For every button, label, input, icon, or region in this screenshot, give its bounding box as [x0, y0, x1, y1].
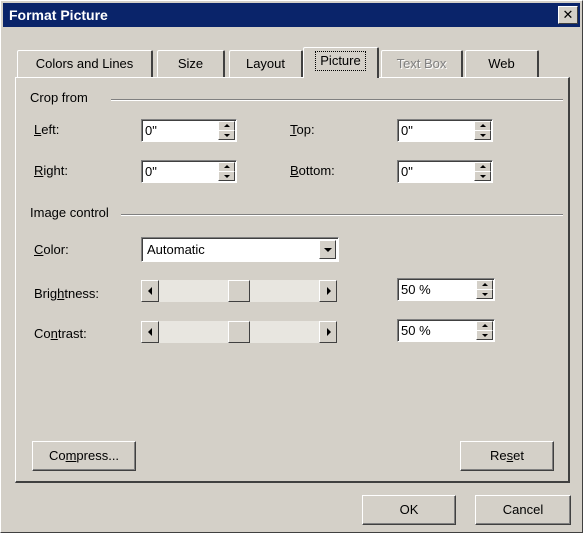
- crop-left-value[interactable]: 0": [145, 123, 157, 138]
- tab-text-box: Text Box: [381, 50, 463, 77]
- arrow-left-icon: [148, 328, 152, 336]
- scroll-right-button[interactable]: [319, 321, 337, 343]
- arrow-up-icon: [480, 124, 486, 127]
- arrow-down-icon: [480, 134, 486, 137]
- arrow-left-icon: [148, 287, 152, 295]
- crop-left-label: Left:: [34, 122, 60, 137]
- tab-label: Layout: [245, 56, 286, 71]
- brightness-slider[interactable]: [141, 280, 337, 302]
- compress-button[interactable]: Compress...: [32, 441, 136, 471]
- crop-bottom-label: Bottom:: [290, 163, 335, 178]
- contrast-slider-thumb[interactable]: [228, 321, 250, 343]
- spin-down-button[interactable]: [474, 130, 491, 140]
- arrow-up-icon: [482, 324, 488, 327]
- color-label: Color:: [34, 242, 69, 257]
- tab-label: Text Box: [396, 56, 447, 71]
- close-button[interactable]: ✕: [558, 6, 578, 24]
- arrow-up-icon: [480, 165, 486, 168]
- crop-top-label: Top:: [290, 122, 315, 137]
- crop-right-value[interactable]: 0": [145, 164, 157, 179]
- contrast-label: Contrast:: [34, 326, 87, 341]
- crop-bottom-value[interactable]: 0": [401, 164, 413, 179]
- tab-size[interactable]: Size: [157, 50, 225, 77]
- tab-label: Size: [177, 56, 204, 71]
- color-dropdown[interactable]: Automatic: [141, 237, 339, 262]
- arrow-down-icon: [482, 334, 488, 337]
- crop-group-label: Crop from: [30, 90, 94, 105]
- crop-top-value[interactable]: 0": [401, 123, 413, 138]
- crop-group-divider: [111, 99, 563, 101]
- brightness-spinner[interactable]: 50 %: [397, 278, 495, 301]
- dropdown-button[interactable]: [319, 240, 336, 259]
- arrow-down-icon: [224, 175, 230, 178]
- dialog-title: Format Picture: [9, 7, 108, 23]
- crop-left-spinner[interactable]: 0": [141, 119, 237, 142]
- tab-layout[interactable]: Layout: [229, 50, 303, 77]
- brightness-value[interactable]: 50 %: [401, 282, 431, 297]
- tab-label: Colors and Lines: [35, 56, 134, 71]
- color-dropdown-value: Automatic: [147, 242, 205, 257]
- tab-label: Picture: [315, 51, 366, 71]
- brightness-slider-thumb[interactable]: [228, 280, 250, 302]
- spin-down-button[interactable]: [476, 330, 493, 340]
- spin-down-button[interactable]: [218, 130, 235, 140]
- spin-down-button[interactable]: [476, 289, 493, 299]
- crop-bottom-spinner[interactable]: 0": [397, 160, 493, 183]
- image-control-group-divider: [121, 214, 563, 216]
- arrow-up-icon: [482, 283, 488, 286]
- chevron-down-icon: [324, 248, 332, 252]
- arrow-up-icon: [224, 124, 230, 127]
- brightness-label: Brightness:: [34, 286, 100, 301]
- scroll-left-button[interactable]: [141, 280, 159, 302]
- title-bar: Format Picture ✕: [3, 3, 580, 27]
- spin-down-button[interactable]: [474, 171, 491, 181]
- reset-button[interactable]: Reset: [460, 441, 554, 471]
- crop-right-label: Right:: [34, 163, 68, 178]
- image-control-group-label: Image control: [30, 205, 115, 220]
- contrast-slider[interactable]: [141, 321, 337, 343]
- arrow-down-icon: [482, 293, 488, 296]
- tab-label: Web: [488, 56, 515, 71]
- tab-colors-and-lines[interactable]: Colors and Lines: [17, 50, 153, 77]
- close-icon: ✕: [562, 7, 574, 22]
- crop-top-spinner[interactable]: 0": [397, 119, 493, 142]
- contrast-value[interactable]: 50 %: [401, 323, 431, 338]
- scroll-right-button[interactable]: [319, 280, 337, 302]
- crop-right-spinner[interactable]: 0": [141, 160, 237, 183]
- contrast-spinner[interactable]: 50 %: [397, 319, 495, 342]
- arrow-right-icon: [327, 287, 331, 295]
- ok-button[interactable]: OK: [362, 495, 456, 525]
- arrow-down-icon: [224, 134, 230, 137]
- scroll-left-button[interactable]: [141, 321, 159, 343]
- cancel-button[interactable]: Cancel: [475, 495, 571, 525]
- tab-web[interactable]: Web: [465, 50, 539, 77]
- tab-picture[interactable]: Picture: [303, 47, 379, 78]
- arrow-down-icon: [480, 175, 486, 178]
- format-picture-dialog: Format Picture ✕ Colors and Lines Size L…: [0, 0, 583, 533]
- arrow-right-icon: [327, 328, 331, 336]
- arrow-up-icon: [224, 165, 230, 168]
- spin-down-button[interactable]: [218, 171, 235, 181]
